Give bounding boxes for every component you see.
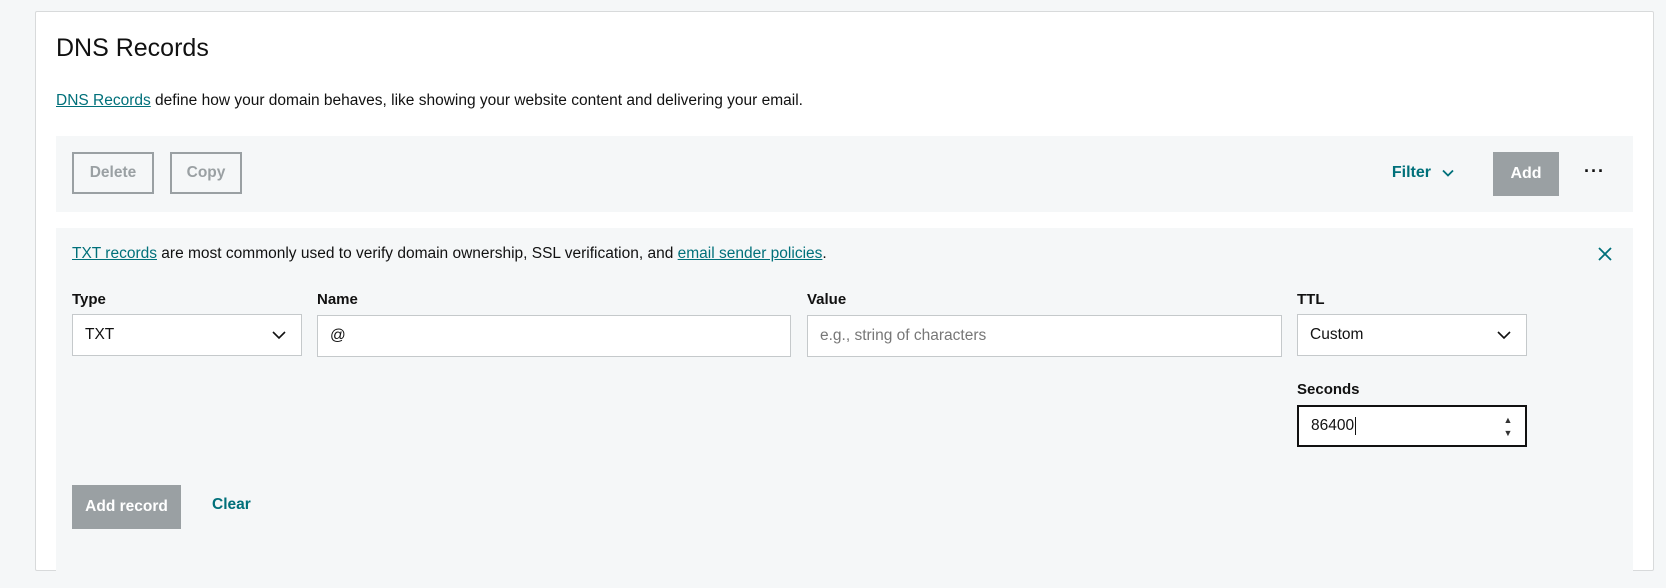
chevron-down-icon [272,331,286,340]
text-cursor [1355,417,1357,435]
add-button[interactable]: Add [1493,152,1559,196]
page-title: DNS Records [56,34,209,62]
delete-button[interactable]: Delete [72,152,154,194]
seconds-value: 86400 [1311,417,1355,434]
copy-button[interactable]: Copy [170,152,242,194]
type-value: TXT [85,326,115,343]
seconds-input[interactable]: 86400 ▲ ▼ [1297,405,1527,447]
value-input[interactable] [807,315,1282,357]
description-text: define how your domain behaves, like sho… [150,92,803,109]
dns-records-link[interactable]: DNS Records [56,92,151,109]
add-record-button[interactable]: Add record [72,485,181,529]
chevron-down-icon [1442,169,1454,177]
filter-dropdown[interactable]: Filter [1392,152,1455,194]
page-description: DNS Records define how your domain behav… [56,92,803,110]
more-icon[interactable]: ··· [1584,162,1605,180]
records-toolbar: Delete Copy Filter Add ··· [56,136,1633,212]
name-label: Name [317,291,358,308]
email-sender-policies-link[interactable]: email sender policies [678,245,823,262]
add-record-form: TXT records are most commonly used to ve… [56,228,1633,588]
ttl-label: TTL [1297,291,1325,308]
ttl-select[interactable]: Custom [1297,314,1527,356]
info-banner: TXT records are most commonly used to ve… [72,245,827,263]
chevron-down-icon [1497,331,1511,340]
seconds-label: Seconds [1297,381,1360,398]
banner-text-end: . [822,245,827,262]
name-input[interactable] [317,315,791,357]
banner-text: are most commonly used to verify domain … [157,245,678,262]
type-select[interactable]: TXT [72,314,302,356]
txt-records-link[interactable]: TXT records [72,245,157,262]
value-label: Value [807,291,847,308]
dns-records-card: DNS Records DNS Records define how your … [35,11,1654,588]
clear-button[interactable]: Clear [212,496,251,514]
filter-label: Filter [1391,164,1431,181]
type-label: Type [72,291,106,308]
spinner-arrows-icon[interactable]: ▲ ▼ [1503,416,1513,438]
ttl-value: Custom [1310,326,1364,343]
close-icon[interactable] [1595,244,1615,264]
